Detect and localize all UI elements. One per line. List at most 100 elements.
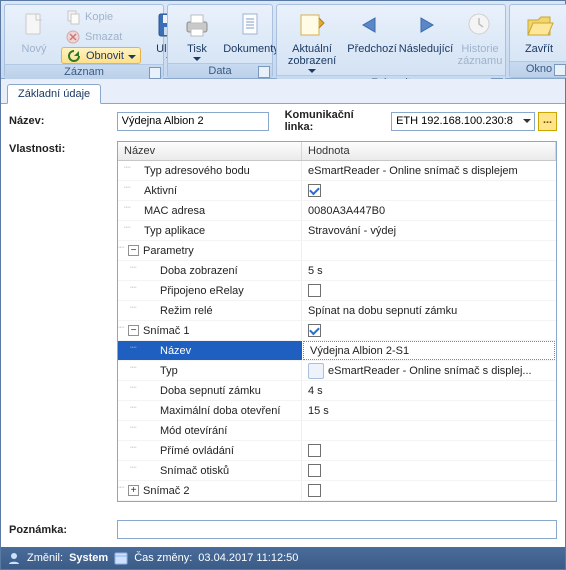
name-input[interactable] <box>117 112 269 131</box>
grid-row[interactable]: ┈+Snímač 2 <box>118 481 556 501</box>
comm-link-select[interactable]: ETH 192.168.100.230:8 <box>391 112 535 131</box>
prop-name: Přímé ovládání <box>160 445 234 457</box>
grid-row[interactable]: ┈Aktivní <box>118 181 556 201</box>
grid-row[interactable]: ┈Typ aplikaceStravování - výdej <box>118 221 556 241</box>
prop-value-text: 15 s <box>308 405 329 417</box>
chevron-down-icon <box>308 69 316 73</box>
prop-value[interactable] <box>302 421 556 440</box>
prop-value-text: Výdejna Albion 2-S1 <box>310 345 409 357</box>
dialog-launcher-icon[interactable] <box>258 66 270 78</box>
prop-value[interactable] <box>302 241 556 260</box>
prop-value[interactable]: 5 s <box>302 261 556 280</box>
checkbox[interactable] <box>308 464 321 477</box>
prop-name: Režim relé <box>160 305 213 317</box>
grid-row[interactable]: ┈Typ adresového bodueSmartReader - Onlin… <box>118 161 556 181</box>
dokumenty-label: Dokumenty <box>223 43 279 55</box>
grid-row[interactable]: ┈−Parametry <box>118 241 556 261</box>
predchozi-label: Předchozí <box>347 43 397 55</box>
kopie-button[interactable]: Kopie <box>61 7 141 26</box>
tisk-label: Tisk <box>187 43 207 55</box>
prop-value[interactable]: eSmartReader - Online snímač s displej..… <box>302 361 556 380</box>
checkbox[interactable] <box>308 184 321 197</box>
expand-icon[interactable]: + <box>128 485 139 496</box>
prop-value[interactable] <box>302 281 556 300</box>
checkbox[interactable] <box>308 284 321 297</box>
collapse-icon[interactable]: − <box>128 245 139 256</box>
prop-value[interactable]: 0080A3A447B0 <box>302 201 556 220</box>
smazat-button[interactable]: Smazat <box>61 27 141 46</box>
historie-button[interactable]: Historie záznamu <box>453 7 507 69</box>
prop-value[interactable] <box>302 181 556 200</box>
grid-row[interactable]: ┈Mód otevírání <box>118 421 556 441</box>
prop-name: Typ aplikace <box>144 225 205 237</box>
grid-row[interactable]: ┈Režim reléSpínat na dobu sepnutí zámku <box>118 301 556 321</box>
grid-row[interactable]: ┈Připojeno eRelay <box>118 281 556 301</box>
prop-value[interactable] <box>302 481 556 500</box>
change-time-value: 03.04.2017 11:12:50 <box>198 552 298 564</box>
change-time-label: Čas změny: <box>134 552 192 564</box>
novy-button[interactable]: Nový <box>7 7 61 57</box>
tisk-button[interactable]: Tisk <box>170 7 224 63</box>
dokumenty-button[interactable]: Dokumenty <box>224 7 278 57</box>
type-icon <box>308 363 324 379</box>
checkbox[interactable] <box>308 324 321 337</box>
checkbox[interactable] <box>308 444 321 457</box>
prop-value[interactable]: Stravování - výdej <box>302 221 556 240</box>
prop-name: Snímač otisků <box>160 465 229 477</box>
kopie-label: Kopie <box>85 11 113 23</box>
zavrit-button[interactable]: Zavřít <box>512 7 566 57</box>
ribbon: Nový Kopie Smazat Obnovit U <box>1 1 565 79</box>
aktualni-zobrazeni-button[interactable]: Aktuální zobrazení <box>279 7 345 75</box>
predchozi-button[interactable]: Předchozí <box>345 7 399 57</box>
prop-value[interactable] <box>302 441 556 460</box>
prop-value-text: 4 s <box>308 385 323 397</box>
history-icon <box>464 9 496 41</box>
obnovit-button[interactable]: Obnovit <box>61 47 141 64</box>
ribbon-group-data: Tisk Dokumenty Data <box>167 4 273 78</box>
collapse-icon[interactable]: − <box>128 325 139 336</box>
group-title: Data <box>208 65 231 77</box>
tab-basic[interactable]: Základní údaje <box>7 84 101 104</box>
grid-row[interactable]: ┈Doba sepnutí zámku4 s <box>118 381 556 401</box>
tabstrip: Základní údaje <box>1 79 565 104</box>
prop-name: Aktivní <box>144 185 177 197</box>
chevron-down-icon <box>128 55 136 59</box>
grid-row[interactable]: ┈Maximální doba otevření15 s <box>118 401 556 421</box>
nasledujici-label: Následující <box>399 43 453 55</box>
grid-row[interactable]: ┈NázevVýdejna Albion 2-S1 <box>118 341 556 361</box>
prop-value[interactable]: Spínat na dobu sepnutí zámku <box>302 301 556 320</box>
prop-name: Maximální doba otevření <box>160 405 280 417</box>
prop-name: Parametry <box>143 245 194 257</box>
grid-body[interactable]: ┈Typ adresového bodueSmartReader - Onlin… <box>118 161 556 501</box>
print-icon <box>181 9 213 41</box>
delete-icon <box>65 29 81 45</box>
grid-row[interactable]: ┈Doba zobrazení5 s <box>118 261 556 281</box>
prop-name: Snímač 2 <box>143 485 189 497</box>
prop-value[interactable]: Výdejna Albion 2-S1 <box>303 341 555 360</box>
comm-link-combo-wrap: ETH 192.168.100.230:8 <box>391 112 535 131</box>
dialog-launcher-icon[interactable] <box>554 64 566 76</box>
grid-row[interactable]: ┈Snímač otisků <box>118 461 556 481</box>
prop-name: Snímač 1 <box>143 325 189 337</box>
ribbon-group-zobrazit: Aktuální zobrazení Předchozí Následující… <box>276 4 506 78</box>
grid-row[interactable]: ┈−Snímač 1 <box>118 321 556 341</box>
nasledujici-button[interactable]: Následující <box>399 7 453 57</box>
prop-value[interactable] <box>302 461 556 480</box>
prop-value[interactable]: eSmartReader - Online snímač s displejem <box>302 161 556 180</box>
prop-value-text: Spínat na dobu sepnutí zámku <box>308 305 457 317</box>
obnovit-label: Obnovit <box>86 50 124 62</box>
prop-value[interactable] <box>302 321 556 340</box>
grid-row[interactable]: ┈MAC adresa0080A3A447B0 <box>118 201 556 221</box>
col-name[interactable]: Název <box>118 142 302 160</box>
prop-value[interactable]: 4 s <box>302 381 556 400</box>
prop-value[interactable]: 15 s <box>302 401 556 420</box>
grid-row[interactable]: ┈Přímé ovládání <box>118 441 556 461</box>
checkbox[interactable] <box>308 484 321 497</box>
note-input[interactable] <box>117 520 557 539</box>
note-label: Poznámka: <box>9 524 117 536</box>
dialog-launcher-icon[interactable] <box>149 67 161 79</box>
grid-row[interactable]: ┈TypeSmartReader - Online snímač s displ… <box>118 361 556 381</box>
ellipsis-button[interactable]: ... <box>538 112 557 131</box>
new-icon <box>18 9 50 41</box>
col-value[interactable]: Hodnota <box>302 142 556 160</box>
